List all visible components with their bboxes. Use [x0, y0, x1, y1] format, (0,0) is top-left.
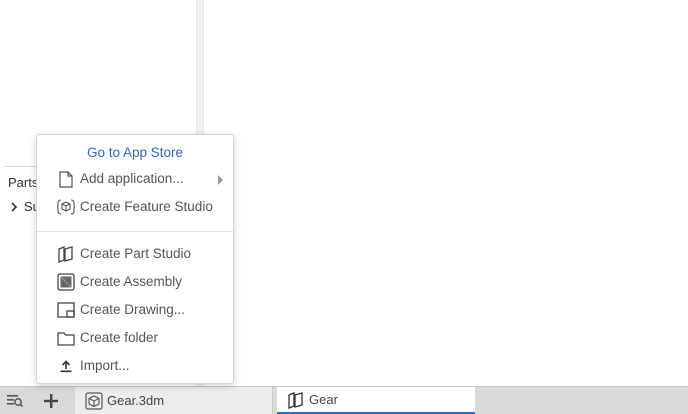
tab-label: Gear.3dm: [107, 393, 165, 408]
document-icon: [57, 170, 75, 188]
drawing-icon: [57, 301, 75, 319]
add-tab-plus-icon[interactable]: [38, 391, 64, 411]
menu-item-create-part-studio[interactable]: Create Part Studio: [37, 241, 233, 267]
tab-manager-icon[interactable]: [2, 391, 28, 411]
cube-icon: [85, 391, 103, 410]
folder-icon: [57, 329, 75, 347]
menu-item-label: Create Assembly: [80, 274, 183, 289]
tab-label: Gear: [309, 392, 338, 407]
parts-header: Parts: [8, 175, 39, 190]
menu-item-label: Import...: [80, 358, 130, 373]
go-to-app-store-link[interactable]: Go to App Store: [37, 145, 233, 160]
part-studio-icon: [57, 245, 75, 263]
add-tab-menu: Go to App Store Add application... Creat…: [36, 134, 234, 384]
menu-item-label: Create Part Studio: [80, 246, 192, 261]
menu-item-label: Create Feature Studio: [80, 199, 213, 214]
menu-item-add-application[interactable]: Add application...: [37, 166, 233, 192]
tab-bar: Gear.3dm Gear: [0, 386, 688, 414]
menu-item-import[interactable]: Import...: [37, 353, 233, 379]
feature-studio-icon: [57, 198, 75, 216]
menu-item-label: Create Drawing...: [80, 302, 186, 317]
part-studio-icon: [287, 391, 305, 409]
menu-item-create-assembly[interactable]: Create Assembly: [37, 269, 233, 295]
menu-item-label: Create folder: [80, 330, 159, 345]
tab-gear[interactable]: Gear: [277, 387, 475, 414]
chevron-right-icon[interactable]: [8, 200, 20, 214]
menu-item-label: Add application...: [80, 171, 184, 186]
menu-divider: [37, 231, 233, 232]
menu-item-create-drawing[interactable]: Create Drawing...: [37, 297, 233, 323]
tab-gear-3dm[interactable]: Gear.3dm: [75, 387, 273, 414]
assembly-icon: [57, 273, 75, 291]
menu-item-create-folder[interactable]: Create folder: [37, 325, 233, 351]
menu-item-create-feature-studio[interactable]: Create Feature Studio: [37, 194, 233, 220]
submenu-arrow-icon: [218, 175, 223, 185]
upload-icon: [57, 357, 75, 375]
